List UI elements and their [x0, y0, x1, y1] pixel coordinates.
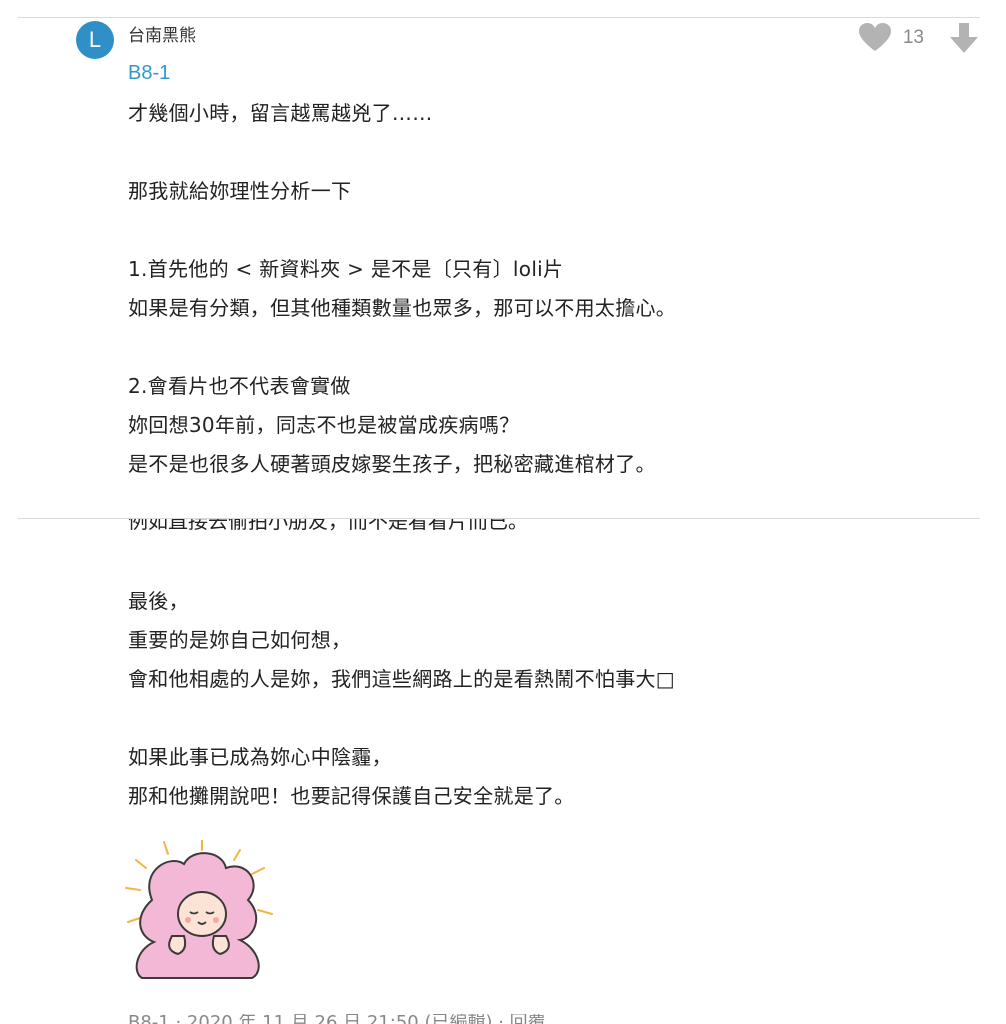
comment-footer-partial: B8-1 · 2020 年 11 月 26 日 21:50 (已編輯) · 回覆 [128, 1014, 728, 1024]
comment-line [128, 699, 968, 738]
avatar[interactable]: L [76, 21, 114, 59]
heart-icon[interactable] [858, 23, 891, 53]
comment-body-top: 才幾個小時，留言越罵越兇了…… 那我就給妳理性分析一下 1.首先他的 < 新資料… [128, 94, 968, 484]
arrow-down-icon[interactable] [950, 23, 978, 53]
clipped-line: 例如直接去偷拍小朋友，而不是看看片而已。 [128, 519, 768, 533]
comment-line: 最後， [128, 589, 189, 613]
reaction-bar: 13 [858, 21, 978, 55]
comment-line: 2.會看片也不代表會實做 [128, 374, 351, 398]
comment-line: 1.首先他的 < 新資料夾 > 是不是〔只有〕loli片 [128, 257, 564, 281]
top-divider [18, 17, 980, 18]
comment-line [128, 211, 968, 250]
pink-sheep-sticker [125, 840, 273, 979]
comment-line: 是不是也很多人硬著頭皮嫁娶生孩子，把秘密藏進棺材了。 [128, 452, 656, 476]
comment-line: 如果是有分類，但其他種類數量也眾多，那可以不用太擔心。 [128, 296, 677, 320]
comment-line: 那我就給妳理性分析一下 [128, 179, 352, 203]
comment-line [128, 328, 968, 367]
comment-line: 重要的是妳自己如何想， [128, 628, 352, 652]
comment-line [128, 133, 968, 172]
comment-line: 那和他攤開說吧！也要記得保護自己安全就是了。 [128, 784, 575, 808]
comment-line: 妳回想30年前，同志不也是被當成疾病嗎？ [128, 413, 520, 437]
floor-label: B8-1 [128, 62, 171, 84]
comment-line: 如果此事已成為妳心中陰霾， [128, 745, 392, 769]
comment-line: 才幾個小時，留言越罵越兇了…… [128, 101, 433, 125]
clipped-line-text: 例如直接去偷拍小朋友，而不是看看片而已。 [128, 519, 528, 533]
like-count: 13 [902, 27, 924, 48]
comment-line: 會和他相處的人是妳，我們這些網路上的是看熱鬧不怕事大□ [128, 667, 675, 691]
author-name[interactable]: 台南黑熊 [128, 21, 196, 46]
comment-footer-text: B8-1 · 2020 年 11 月 26 日 21:50 (已編輯) · 回覆 [128, 1014, 728, 1024]
comment-body-bottom: 最後， 重要的是妳自己如何想， 會和他相處的人是妳，我們這些網路上的是看熱鬧不怕… [128, 582, 968, 816]
